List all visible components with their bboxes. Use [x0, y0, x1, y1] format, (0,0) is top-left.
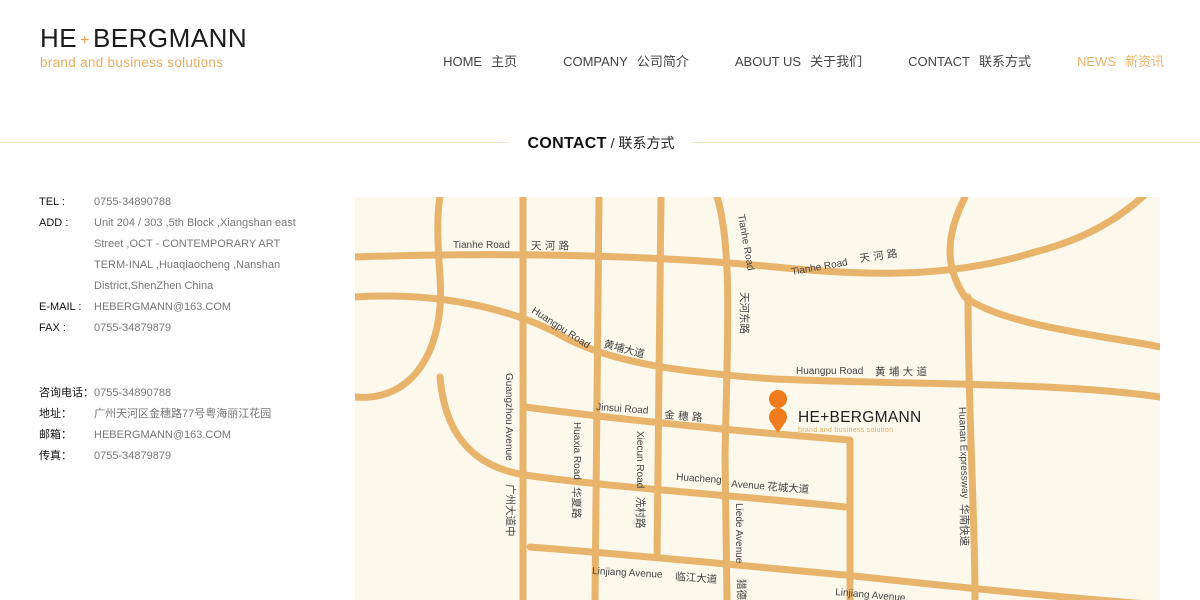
nav-about-us[interactable]: ABOUT US 关于我们 — [735, 51, 862, 70]
map-label-linjiang-avenue-2: Linjiang Avenue — [835, 587, 907, 600]
map-label-huanan-expressway: Huanan Expressway — [956, 407, 970, 499]
contact-row-email: E-MAIL : HEBERGMANN@163.COM — [39, 301, 232, 313]
logo-wordmark: HE + BERGMANN — [40, 23, 248, 53]
map-label-huacheng-avenue-cn: 花城大道 — [767, 480, 810, 496]
map-drawing: Tianhe Road 天 河 路 Tianhe Road 天 河 路 Tian… — [355, 197, 1160, 600]
map-marker-name: HE+BERGMANN — [798, 409, 921, 426]
map-label-xiecun-road-cn: 冼村路 — [634, 497, 647, 529]
map-label-tianhe-east-cn: 天河东路 — [738, 292, 751, 334]
contact-row-phone-cn: 咨询电话： 0755-34890788 — [39, 387, 172, 399]
map-marker-tagline: brand and business solution — [798, 427, 893, 434]
map-label-huacheng: Huacheng — [676, 472, 722, 486]
map-label-huacheng-avenue: Avenue — [731, 479, 766, 492]
contact-row-fax-cn: 传真： 0755-34879879 — [39, 450, 172, 462]
logo-tagline: brand and business solutions — [40, 55, 224, 70]
location-map[interactable]: Tianhe Road 天 河 路 Tianhe Road 天 河 路 Tian… — [355, 197, 1160, 600]
nav-contact[interactable]: CONTACT 联系方式 — [908, 51, 1031, 70]
map-label-guangzhou-avenue-cn: 广州大道中 — [504, 484, 517, 537]
nav-news[interactable]: NEWS 新资讯 — [1077, 51, 1164, 70]
contact-row-tel: TEL :0755-34890788 — [39, 196, 172, 208]
map-label-guangzhou-avenue: Guangzhou Avenue — [503, 373, 514, 461]
contact-info: TEL :0755-34890788 ADD : Unit 204 / 303 ,… — [39, 192, 339, 467]
map-label-linjiang-avenue-1-cn: 临江大道 — [675, 570, 718, 586]
map-label-liede-avenue: Liede Avenue — [733, 503, 744, 564]
brand-logo[interactable]: HE + BERGMANN brand and business solutions — [40, 24, 247, 71]
nav-home[interactable]: HOME 主页 — [443, 51, 517, 70]
map-label-tianhe-road-1-cn: 天 河 路 — [531, 239, 570, 252]
location-pin-icon[interactable] — [769, 390, 788, 433]
contact-row-email-cn: 邮箱： HEBERGMANN@163.COM — [39, 429, 232, 441]
map-label-xiecun-road: Xiecun Road — [634, 431, 645, 488]
map-label-huaxia-road-cn: 华夏路 — [570, 487, 583, 519]
map-label-liede-cn: 猎德 — [735, 579, 748, 600]
map-label-linjiang-avenue-1: Linjiang Avenue — [592, 566, 663, 581]
section-title: CONTACT / 联系方式 — [527, 135, 675, 152]
map-label-huangpu-road-2-cn: 黄 埔 大 道 — [875, 365, 928, 378]
map-label-huanan-expressway-cn: 华南快速 — [958, 504, 971, 546]
contact-row-address: ADD : Unit 204 / 303 ,5th Block ,Xiangsha… — [39, 217, 296, 292]
map-label-huaxia-road: Huaxia Road — [571, 422, 582, 480]
contact-row-address-cn: 地址： 广州天河区金穗路77号粤海丽江花园 — [39, 408, 272, 420]
section-divider-left — [0, 142, 510, 143]
section-divider-right — [692, 142, 1200, 143]
map-label-tianhe-road-1: Tianhe Road — [453, 240, 510, 251]
contact-row-fax: FAX :0755-34879879 — [39, 322, 172, 334]
map-label-tianhe-road-2-cn: 天 河 路 — [859, 247, 899, 265]
map-label-huangpu-road-2: Huangpu Road — [796, 366, 863, 377]
main-nav: HOME 主页 COMPANY 公司简介 ABOUT US 关于我们 CONTACT 联… — [443, 51, 1164, 70]
nav-company[interactable]: COMPANY 公司简介 — [563, 51, 689, 70]
